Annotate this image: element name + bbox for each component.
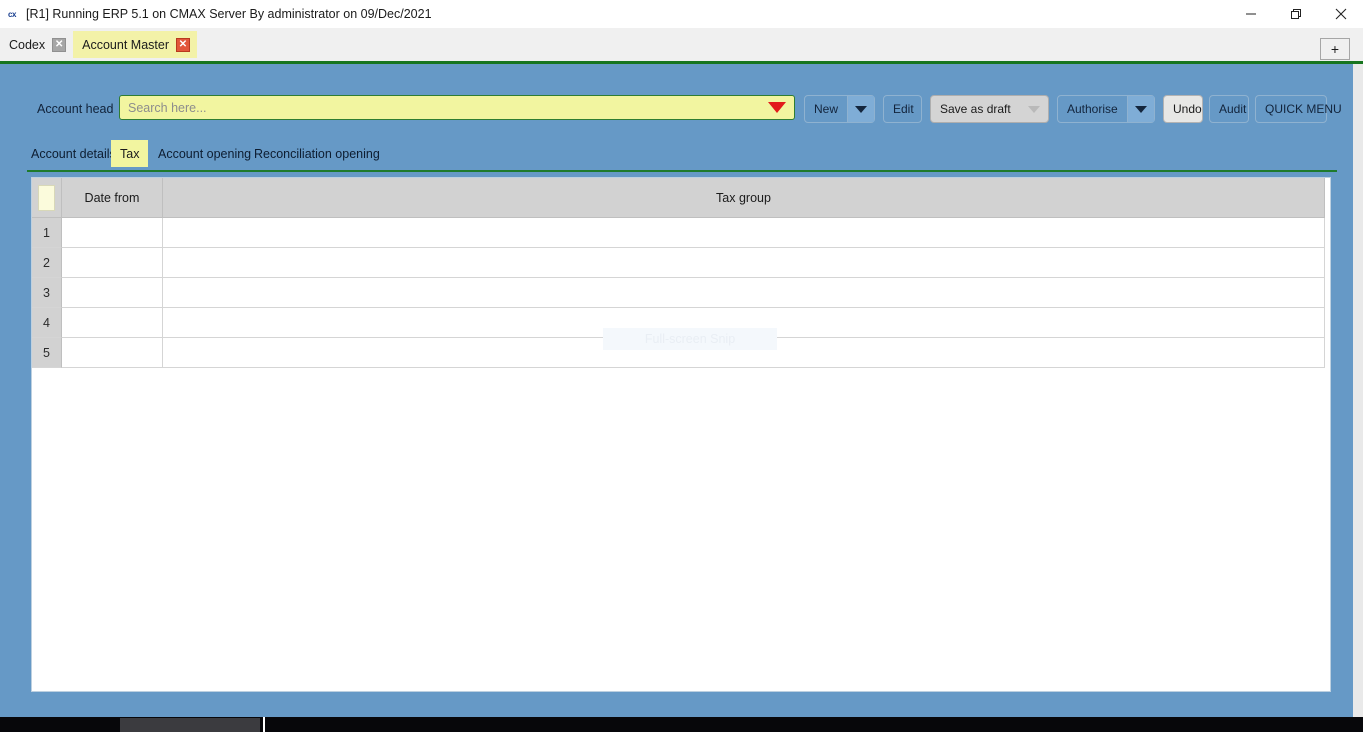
taskbar-divider xyxy=(263,717,265,732)
table-body: 1 2 3 4 xyxy=(32,218,1325,368)
tab-label: Account details xyxy=(31,147,116,161)
cell-date-from[interactable] xyxy=(62,218,163,248)
app-icon: cx xyxy=(4,7,20,21)
account-head-search[interactable] xyxy=(119,95,795,120)
column-header-date-from[interactable]: Date from xyxy=(62,178,163,218)
minimize-icon[interactable] xyxy=(1228,0,1273,28)
quick-menu-button[interactable]: QUICK MENU xyxy=(1255,95,1327,123)
save-as-draft-label: Save as draft xyxy=(931,102,1020,116)
column-header-label: Tax group xyxy=(716,191,771,205)
cell-tax-group[interactable] xyxy=(163,248,1325,278)
search-input[interactable] xyxy=(126,97,760,118)
row-index-cell: 5 xyxy=(32,338,62,368)
edit-button-label: Edit xyxy=(884,102,923,116)
chevron-down-icon[interactable] xyxy=(1020,106,1048,113)
tab-label: Reconciliation opening xyxy=(254,147,380,161)
chevron-down-icon[interactable] xyxy=(1127,96,1154,122)
quick-menu-label: QUICK MENU xyxy=(1256,102,1351,116)
column-header-label: Date from xyxy=(85,191,140,205)
section-tab-underline xyxy=(27,170,1337,172)
cell-tax-group[interactable] xyxy=(163,338,1325,368)
os-taskbar xyxy=(0,717,1363,732)
tax-grid: Date from Tax group 1 2 3 xyxy=(32,178,1325,368)
audit-button-label: Audit xyxy=(1210,102,1255,116)
document-tab-label: Codex xyxy=(9,38,45,52)
new-button-label: New xyxy=(805,102,847,116)
row-index-cell: 1 xyxy=(32,218,62,248)
table-header-row: Date from Tax group xyxy=(32,178,1325,218)
account-head-label: Account head xyxy=(37,102,113,116)
application-body: Account head New Edit Save as draft Auth… xyxy=(0,64,1363,717)
filter-box-icon[interactable] xyxy=(38,185,55,211)
cell-date-from[interactable] xyxy=(62,278,163,308)
tab-account-opening[interactable]: Account opening xyxy=(149,140,260,167)
restore-icon[interactable] xyxy=(1273,0,1318,28)
dropdown-caret-icon[interactable] xyxy=(760,96,794,119)
row-index-cell: 2 xyxy=(32,248,62,278)
cell-date-from[interactable] xyxy=(62,338,163,368)
table-row[interactable]: 2 xyxy=(32,248,1325,278)
cell-tax-group[interactable] xyxy=(163,308,1325,338)
cell-tax-group[interactable] xyxy=(163,218,1325,248)
section-tab-bar: Account details Tax Account opening Reco… xyxy=(0,140,1363,172)
new-button[interactable]: New xyxy=(804,95,875,123)
tab-tax[interactable]: Tax xyxy=(111,140,148,167)
undo-button-label: Undo xyxy=(1164,102,1211,116)
tab-label: Tax xyxy=(120,147,139,161)
column-header-tax-group[interactable]: Tax group xyxy=(163,178,1325,218)
close-icon[interactable] xyxy=(1318,0,1363,28)
row-index-cell: 3 xyxy=(32,278,62,308)
cell-tax-group[interactable] xyxy=(163,278,1325,308)
add-tab-button[interactable]: + xyxy=(1320,38,1350,60)
save-as-draft-button[interactable]: Save as draft xyxy=(930,95,1049,123)
window-title: [R1] Running ERP 5.1 on CMAX Server By a… xyxy=(26,7,432,21)
table-row[interactable]: 1 xyxy=(32,218,1325,248)
window-title-bar: cx [R1] Running ERP 5.1 on CMAX Server B… xyxy=(0,0,1363,28)
close-icon[interactable]: ✕ xyxy=(176,38,190,52)
close-icon[interactable]: ✕ xyxy=(52,38,66,52)
authorise-button[interactable]: Authorise xyxy=(1057,95,1155,123)
undo-button[interactable]: Undo xyxy=(1163,95,1203,123)
cell-date-from[interactable] xyxy=(62,308,163,338)
document-tab-account-master[interactable]: Account Master ✕ xyxy=(73,31,197,58)
taskbar-item[interactable] xyxy=(120,718,260,732)
document-tab-label: Account Master xyxy=(82,38,169,52)
row-index-cell: 4 xyxy=(32,308,62,338)
audit-button[interactable]: Audit xyxy=(1209,95,1249,123)
chevron-down-icon[interactable] xyxy=(847,96,874,122)
table-row[interactable]: 3 xyxy=(32,278,1325,308)
table-row[interactable]: 5 xyxy=(32,338,1325,368)
document-tab-strip: Codex ✕ Account Master ✕ xyxy=(0,28,1363,61)
table-row[interactable]: 4 xyxy=(32,308,1325,338)
tab-account-details[interactable]: Account details xyxy=(22,140,125,167)
header-filter-cell[interactable] xyxy=(32,178,62,218)
tab-reconciliation-opening[interactable]: Reconciliation opening xyxy=(245,140,389,167)
cell-date-from[interactable] xyxy=(62,248,163,278)
tax-grid-panel: Date from Tax group 1 2 3 xyxy=(31,177,1331,692)
document-tab-codex[interactable]: Codex ✕ xyxy=(0,31,73,58)
authorise-button-label: Authorise xyxy=(1058,102,1127,116)
edit-button[interactable]: Edit xyxy=(883,95,922,123)
right-gutter xyxy=(1353,64,1363,717)
window-controls xyxy=(1228,0,1363,28)
tab-label: Account opening xyxy=(158,147,251,161)
toolbar: Account head New Edit Save as draft Auth… xyxy=(0,90,1363,134)
